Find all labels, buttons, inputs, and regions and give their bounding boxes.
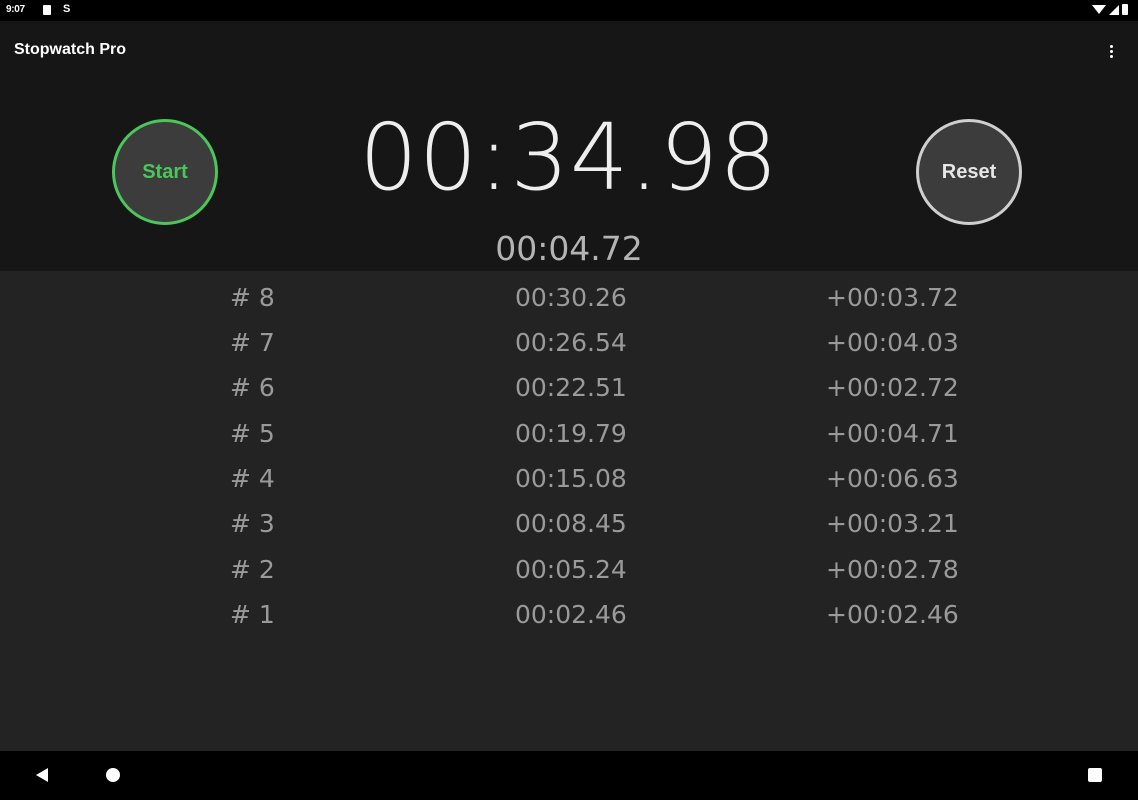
battery-icon [1122, 4, 1128, 15]
lap-number: # 1 [230, 600, 275, 629]
lap-split-time: +00:03.72 [826, 283, 959, 312]
wifi-icon [1092, 5, 1106, 14]
lap-total-time: 00:19.79 [515, 419, 627, 448]
lap-number: # 8 [230, 283, 275, 312]
overflow-menu-icon[interactable] [1106, 41, 1116, 61]
lap-number: # 6 [230, 373, 275, 402]
lap-split-time: +00:04.03 [826, 328, 959, 357]
recents-icon[interactable] [1088, 768, 1102, 782]
lap-split-time: +00:02.46 [826, 600, 959, 629]
lap-total-time: 00:22.51 [515, 373, 627, 402]
menu-dot [1109, 49, 1113, 53]
status-bar: 9:07 S [0, 0, 1138, 21]
lap-row: # 3 00:08.45 +00:03.21 [0, 501, 1138, 546]
lap-number: # 7 [230, 328, 275, 357]
lap-list[interactable]: # 8 00:30.26 +00:03.72 # 7 00:26.54 +00:… [0, 271, 1138, 751]
app-title: Stopwatch Pro [14, 41, 127, 58]
lap-total-time: 00:26.54 [515, 328, 627, 357]
lap-total-time: 00:05.24 [515, 555, 627, 584]
reset-button[interactable]: Reset [916, 119, 1022, 225]
current-lap-time: 00:04.72 [495, 229, 643, 268]
menu-dot [1109, 44, 1113, 48]
lap-row: # 4 00:15.08 +00:06.63 [0, 456, 1138, 501]
lap-split-time: +00:06.63 [826, 464, 959, 493]
lap-row: # 5 00:19.79 +00:04.71 [0, 411, 1138, 456]
back-icon[interactable] [36, 768, 48, 782]
lap-row: # 2 00:05.24 +00:02.78 [0, 547, 1138, 592]
menu-dot [1109, 54, 1113, 58]
stopwatch-header: Stopwatch Pro Start 00:34.98 Reset 00:04… [0, 21, 1138, 271]
lap-number: # 5 [230, 419, 275, 448]
lap-split-time: +00:02.72 [826, 373, 959, 402]
sd-card-icon [43, 5, 51, 15]
s-notification-icon: S [63, 3, 71, 15]
lap-total-time: 00:08.45 [515, 509, 627, 538]
status-time: 9:07 [6, 4, 25, 15]
lap-number: # 4 [230, 464, 275, 493]
lap-row: # 6 00:22.51 +00:02.72 [0, 365, 1138, 410]
lap-total-time: 00:30.26 [515, 283, 627, 312]
lap-number: # 3 [230, 509, 275, 538]
status-icons [1092, 4, 1128, 15]
navigation-bar [0, 751, 1138, 800]
lap-split-time: +00:04.71 [826, 419, 959, 448]
lap-split-time: +00:02.78 [826, 555, 959, 584]
lap-total-time: 00:02.46 [515, 600, 627, 629]
lap-number: # 2 [230, 555, 275, 584]
lap-row: # 8 00:30.26 +00:03.72 [0, 275, 1138, 320]
lap-split-time: +00:03.21 [826, 509, 959, 538]
lap-row: # 1 00:02.46 +00:02.46 [0, 592, 1138, 637]
lap-total-time: 00:15.08 [515, 464, 627, 493]
signal-icon [1109, 4, 1119, 15]
lap-row: # 7 00:26.54 +00:04.03 [0, 320, 1138, 365]
home-icon[interactable] [106, 768, 120, 782]
